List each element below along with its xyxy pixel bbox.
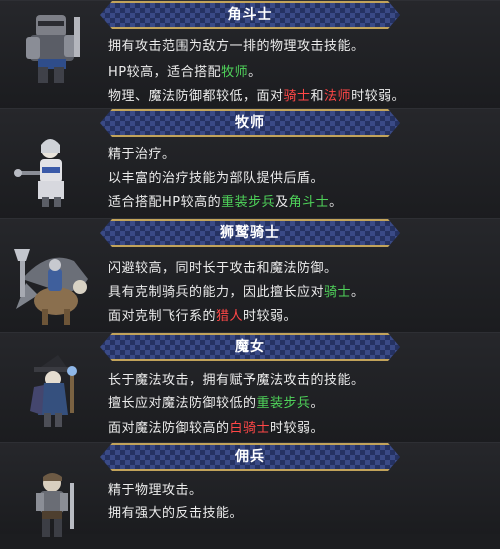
highlighted-unit-name: 角斗士 (288, 195, 330, 210)
description-line: 擅长应对魔法防御较低的重装步兵。 (108, 396, 324, 412)
description-line: 长于魔法攻击，拥有赋予魔法攻击的技能。 (108, 373, 365, 389)
unit-name: 角斗士 (227, 7, 273, 23)
highlighted-unit-name: 骑士 (324, 285, 352, 300)
highlighted-unit-name: 猎人 (216, 309, 244, 324)
mercenary-sprite (8, 465, 98, 549)
unit-card: 角斗士 拥有攻击范围为敌方一排的物理攻击技能。 HP较高，适合搭配牧师。物理、魔法… (0, 0, 500, 109)
description-text: HP较高，适合搭配 (108, 65, 222, 80)
highlighted-unit-name: 重装步兵 (256, 396, 311, 411)
description-line: 以丰富的治疗技能为部队提供后盾。 (108, 171, 324, 187)
description-line: 适合搭配HP较高的重装步兵及角斗士。 (108, 195, 343, 211)
gladiator-sprite (8, 7, 98, 91)
description-text: 。 (248, 65, 262, 80)
description-text: 精于治疗。 (108, 147, 176, 162)
description-line: 精于治疗。 (108, 147, 176, 163)
description-text: 时较弱。 (351, 89, 406, 104)
description-text: 闪避较高，同时长于攻击和魔法防御。 (108, 261, 338, 276)
highlighted-unit-name: 白骑士 (229, 421, 271, 436)
highlighted-unit-name: 牧师 (221, 65, 249, 80)
description-line: 物理、魔法防御都较低，面对骑士和法师时较弱。 (108, 89, 405, 105)
description-line: 拥有攻击范围为敌方一排的物理攻击技能。 (108, 39, 365, 55)
unit-card: 牧师 精于治疗。 以丰富的治疗技能为部队提供后盾。 适合搭配HP较高的重装步兵及角斗… (0, 108, 500, 219)
description-text: 时较弱。 (243, 309, 298, 324)
description-line: 面对魔法防御较高的白骑士时较弱。 (108, 421, 324, 437)
description-line: 闪避较高，同时长于攻击和魔法防御。 (108, 261, 338, 277)
description-text: 面对克制飞行系的 (108, 309, 217, 324)
unit-card: 魔女 长于魔法攻击，拥有赋予魔法攻击的技能。 擅长应对魔法防御较低的重装步兵。 面对… (0, 332, 500, 443)
unit-name-banner: 魔女 (100, 333, 400, 361)
description-line: 拥有强大的反击技能。 (108, 506, 243, 522)
description-text: 和 (310, 89, 325, 104)
unit-name-banner: 佣兵 (100, 443, 400, 471)
unit-name-banner: 牧师 (100, 109, 400, 137)
description-text: 适合搭配HP较高的 (108, 195, 222, 210)
highlighted-unit-name: 骑士 (283, 89, 311, 104)
highlighted-unit-name: 法师 (324, 89, 352, 104)
description-text: 。 (351, 285, 365, 300)
description-line: HP较高，适合搭配牧师。 (108, 65, 262, 81)
unit-name-banner: 狮鹫骑士 (100, 219, 400, 247)
description-text: 物理、魔法防御都较低，面对 (108, 89, 284, 104)
description-line: 面对克制飞行系的猎人时较弱。 (108, 309, 297, 325)
description-text: 长于魔法攻击，拥有赋予魔法攻击的技能。 (108, 373, 365, 388)
description-text: 具有克制骑兵的能力，因此擅长应对 (108, 285, 325, 300)
priest-sprite (8, 131, 98, 215)
description-text: 拥有攻击范围为敌方一排的物理攻击技能。 (108, 39, 365, 54)
description-text: 以丰富的治疗技能为部队提供后盾。 (108, 171, 325, 186)
description-text: 拥有强大的反击技能。 (108, 506, 244, 521)
unit-name: 佣兵 (235, 449, 265, 465)
unit-name: 狮鹫骑士 (220, 225, 280, 241)
unit-name: 魔女 (235, 339, 265, 355)
description-text: 精于物理攻击。 (108, 483, 203, 498)
description-line: 具有克制骑兵的能力，因此擅长应对骑士。 (108, 285, 365, 301)
witch-sprite (8, 353, 98, 437)
description-text: 。 (329, 195, 343, 210)
unit-name-banner: 角斗士 (100, 1, 400, 29)
unit-name: 牧师 (235, 115, 265, 131)
highlighted-unit-name: 重装步兵 (221, 195, 276, 210)
unit-card: 佣兵 精于物理攻击。拥有强大的反击技能。 (0, 442, 500, 537)
description-line: 精于物理攻击。 (108, 483, 203, 499)
description-text: 面对魔法防御较高的 (108, 421, 230, 436)
gryphon-knight-sprite (8, 239, 98, 333)
description-text: 。 (310, 396, 325, 411)
description-text: 擅长应对魔法防御较低的 (108, 396, 257, 411)
description-text: 时较弱。 (270, 421, 325, 436)
unit-card: 狮鹫骑士 闪避较高，同时长于攻击和魔法防御。 具有克制骑兵的能力，因此擅长应对骑士… (0, 218, 500, 333)
description-text: 及 (275, 195, 289, 210)
